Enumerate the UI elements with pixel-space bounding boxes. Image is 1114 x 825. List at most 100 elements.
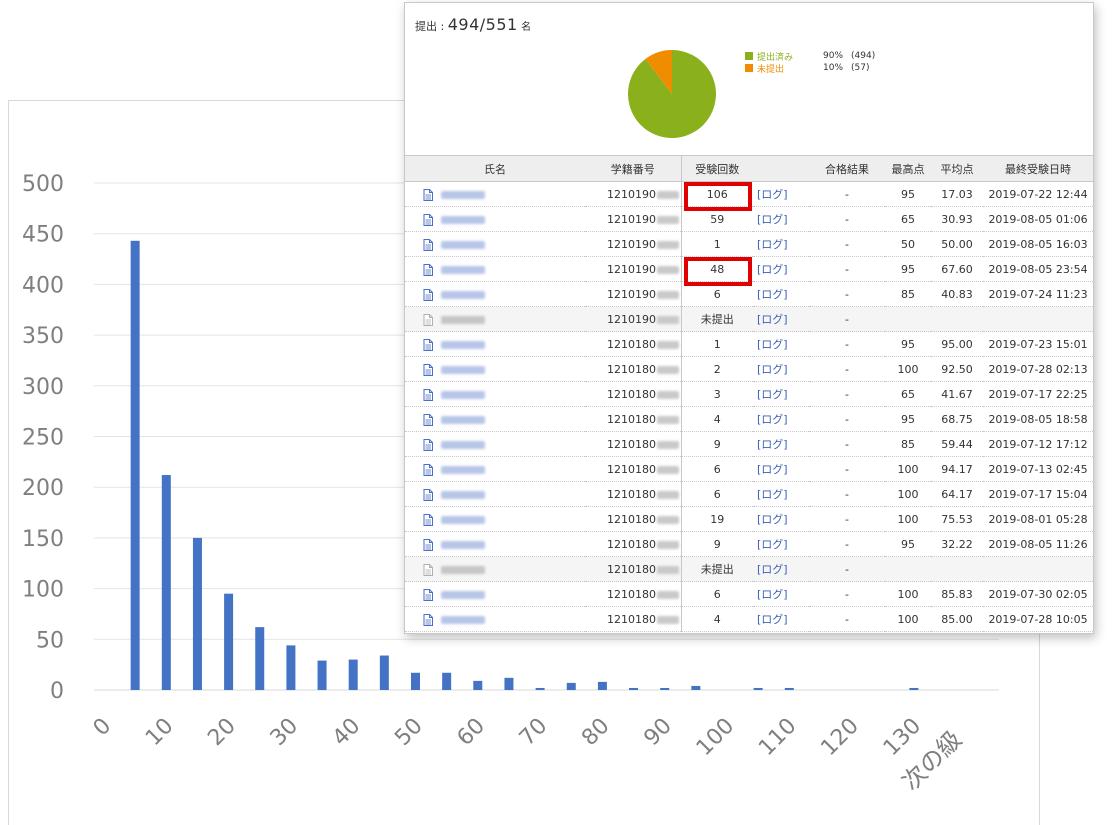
redacted-name[interactable] bbox=[441, 490, 485, 499]
redacted-name[interactable] bbox=[441, 290, 485, 299]
log-link[interactable]: [ログ] bbox=[753, 556, 809, 582]
redacted-name[interactable] bbox=[441, 515, 485, 524]
log-link[interactable]: [ログ] bbox=[753, 506, 809, 532]
log-link[interactable]: [ログ] bbox=[753, 481, 809, 507]
histogram-bar bbox=[909, 687, 919, 690]
header-student-id[interactable]: 学籍番号 bbox=[585, 155, 681, 182]
result-cell: - bbox=[809, 331, 885, 357]
student-id: 1210180 bbox=[607, 437, 656, 451]
max-score-cell: 95 bbox=[885, 181, 931, 207]
attempts-cell: 4 bbox=[680, 606, 753, 632]
y-tick-label: 200 bbox=[22, 476, 64, 501]
redacted-name[interactable] bbox=[441, 440, 485, 449]
last-attempt-cell: 2019-07-12 17:12 bbox=[983, 431, 1093, 457]
redacted-name[interactable] bbox=[441, 565, 485, 574]
log-link[interactable]: [ログ] bbox=[753, 331, 809, 357]
student-name-cell[interactable] bbox=[405, 231, 585, 257]
x-tick-label: 70 bbox=[515, 714, 552, 751]
header-avg[interactable]: 平均点 bbox=[931, 155, 983, 182]
student-name-cell[interactable] bbox=[405, 456, 585, 482]
document-icon bbox=[423, 238, 433, 251]
header-max[interactable]: 最高点 bbox=[885, 155, 931, 182]
student-id-cell: 1210190 bbox=[585, 306, 681, 332]
student-name-cell[interactable] bbox=[405, 356, 585, 382]
log-link[interactable]: [ログ] bbox=[753, 281, 809, 307]
y-tick-label: 300 bbox=[22, 375, 64, 400]
student-name-cell[interactable] bbox=[405, 281, 585, 307]
pie-legend: 提出済み 90% (494) 未提出 10% (57) bbox=[745, 50, 875, 75]
result-cell: - bbox=[809, 181, 885, 207]
header-name[interactable]: 氏名 bbox=[405, 155, 585, 182]
document-icon bbox=[423, 388, 433, 401]
redacted-name[interactable] bbox=[441, 390, 485, 399]
log-link[interactable]: [ログ] bbox=[753, 231, 809, 257]
redacted-name[interactable] bbox=[441, 240, 485, 249]
header-last[interactable]: 最終受験日時 bbox=[983, 155, 1093, 182]
log-link[interactable]: [ログ] bbox=[753, 531, 809, 557]
student-id-cell: 1210180 bbox=[585, 331, 681, 357]
redacted-name[interactable] bbox=[441, 615, 485, 624]
x-tick-label: 50 bbox=[390, 714, 427, 751]
log-link[interactable]: [ログ] bbox=[753, 356, 809, 382]
student-name-cell[interactable] bbox=[405, 606, 585, 632]
header-attempts[interactable]: 受験回数 bbox=[680, 155, 753, 182]
redacted-name[interactable] bbox=[441, 215, 485, 224]
log-link[interactable]: [ログ] bbox=[753, 306, 809, 332]
student-name-cell[interactable] bbox=[405, 556, 585, 582]
student-name-cell[interactable] bbox=[405, 256, 585, 282]
header-result[interactable]: 合格結果 bbox=[809, 155, 885, 182]
max-score-cell: 50 bbox=[885, 231, 931, 257]
redacted-name[interactable] bbox=[441, 465, 485, 474]
log-link[interactable]: [ログ] bbox=[753, 406, 809, 432]
student-id-cell: 1210180 bbox=[585, 531, 681, 557]
redacted-name[interactable] bbox=[441, 265, 485, 274]
document-icon bbox=[423, 538, 433, 551]
x-tick-label: 10 bbox=[141, 714, 178, 751]
log-link[interactable]: [ログ] bbox=[753, 456, 809, 482]
log-link[interactable]: [ログ] bbox=[753, 606, 809, 632]
student-name-cell[interactable] bbox=[405, 381, 585, 407]
redacted-name[interactable] bbox=[441, 315, 485, 324]
result-cell: - bbox=[809, 256, 885, 282]
attempts-cell: 2 bbox=[680, 356, 753, 382]
log-link[interactable]: [ログ] bbox=[753, 181, 809, 207]
document-icon bbox=[423, 488, 433, 501]
table-row: 1210180 9 [ログ] -95 32.22 2019-08-05 11:26 bbox=[405, 531, 1093, 557]
redacted-digits bbox=[657, 565, 679, 574]
histogram-bar bbox=[161, 475, 171, 690]
student-name-cell[interactable] bbox=[405, 481, 585, 507]
student-name-cell[interactable] bbox=[405, 331, 585, 357]
redacted-name[interactable] bbox=[441, 415, 485, 424]
redacted-name[interactable] bbox=[441, 540, 485, 549]
redacted-name[interactable] bbox=[441, 590, 485, 599]
results-panel: 提出 : 494/551 名 提出済み 90% (494) 未提出 10% (5… bbox=[404, 2, 1094, 634]
student-name-cell[interactable] bbox=[405, 431, 585, 457]
student-id: 1210180 bbox=[607, 412, 656, 426]
student-name-cell[interactable] bbox=[405, 306, 585, 332]
x-tick-label: 20 bbox=[203, 714, 240, 751]
student-name-cell[interactable] bbox=[405, 531, 585, 557]
max-score-cell: 100 bbox=[885, 481, 931, 507]
attempts-cell: 4 bbox=[680, 406, 753, 432]
log-link[interactable]: [ログ] bbox=[753, 581, 809, 607]
last-attempt-cell: 2019-08-05 16:03 bbox=[983, 231, 1093, 257]
redacted-digits bbox=[657, 415, 679, 424]
redacted-name[interactable] bbox=[441, 190, 485, 199]
histogram-bar bbox=[784, 687, 794, 690]
student-name-cell[interactable] bbox=[405, 506, 585, 532]
log-link[interactable]: [ログ] bbox=[753, 381, 809, 407]
student-name-cell[interactable] bbox=[405, 406, 585, 432]
max-score-cell: 100 bbox=[885, 356, 931, 382]
result-cell: - bbox=[809, 606, 885, 632]
student-name-cell[interactable] bbox=[405, 206, 585, 232]
student-name-cell[interactable] bbox=[405, 581, 585, 607]
log-link[interactable]: [ログ] bbox=[753, 206, 809, 232]
redacted-name[interactable] bbox=[441, 340, 485, 349]
log-link[interactable]: [ログ] bbox=[753, 431, 809, 457]
result-cell: - bbox=[809, 531, 885, 557]
attempts-cell: 6 bbox=[680, 581, 753, 607]
document-icon bbox=[423, 188, 433, 201]
redacted-name[interactable] bbox=[441, 365, 485, 374]
log-link[interactable]: [ログ] bbox=[753, 256, 809, 282]
student-name-cell[interactable] bbox=[405, 181, 585, 207]
